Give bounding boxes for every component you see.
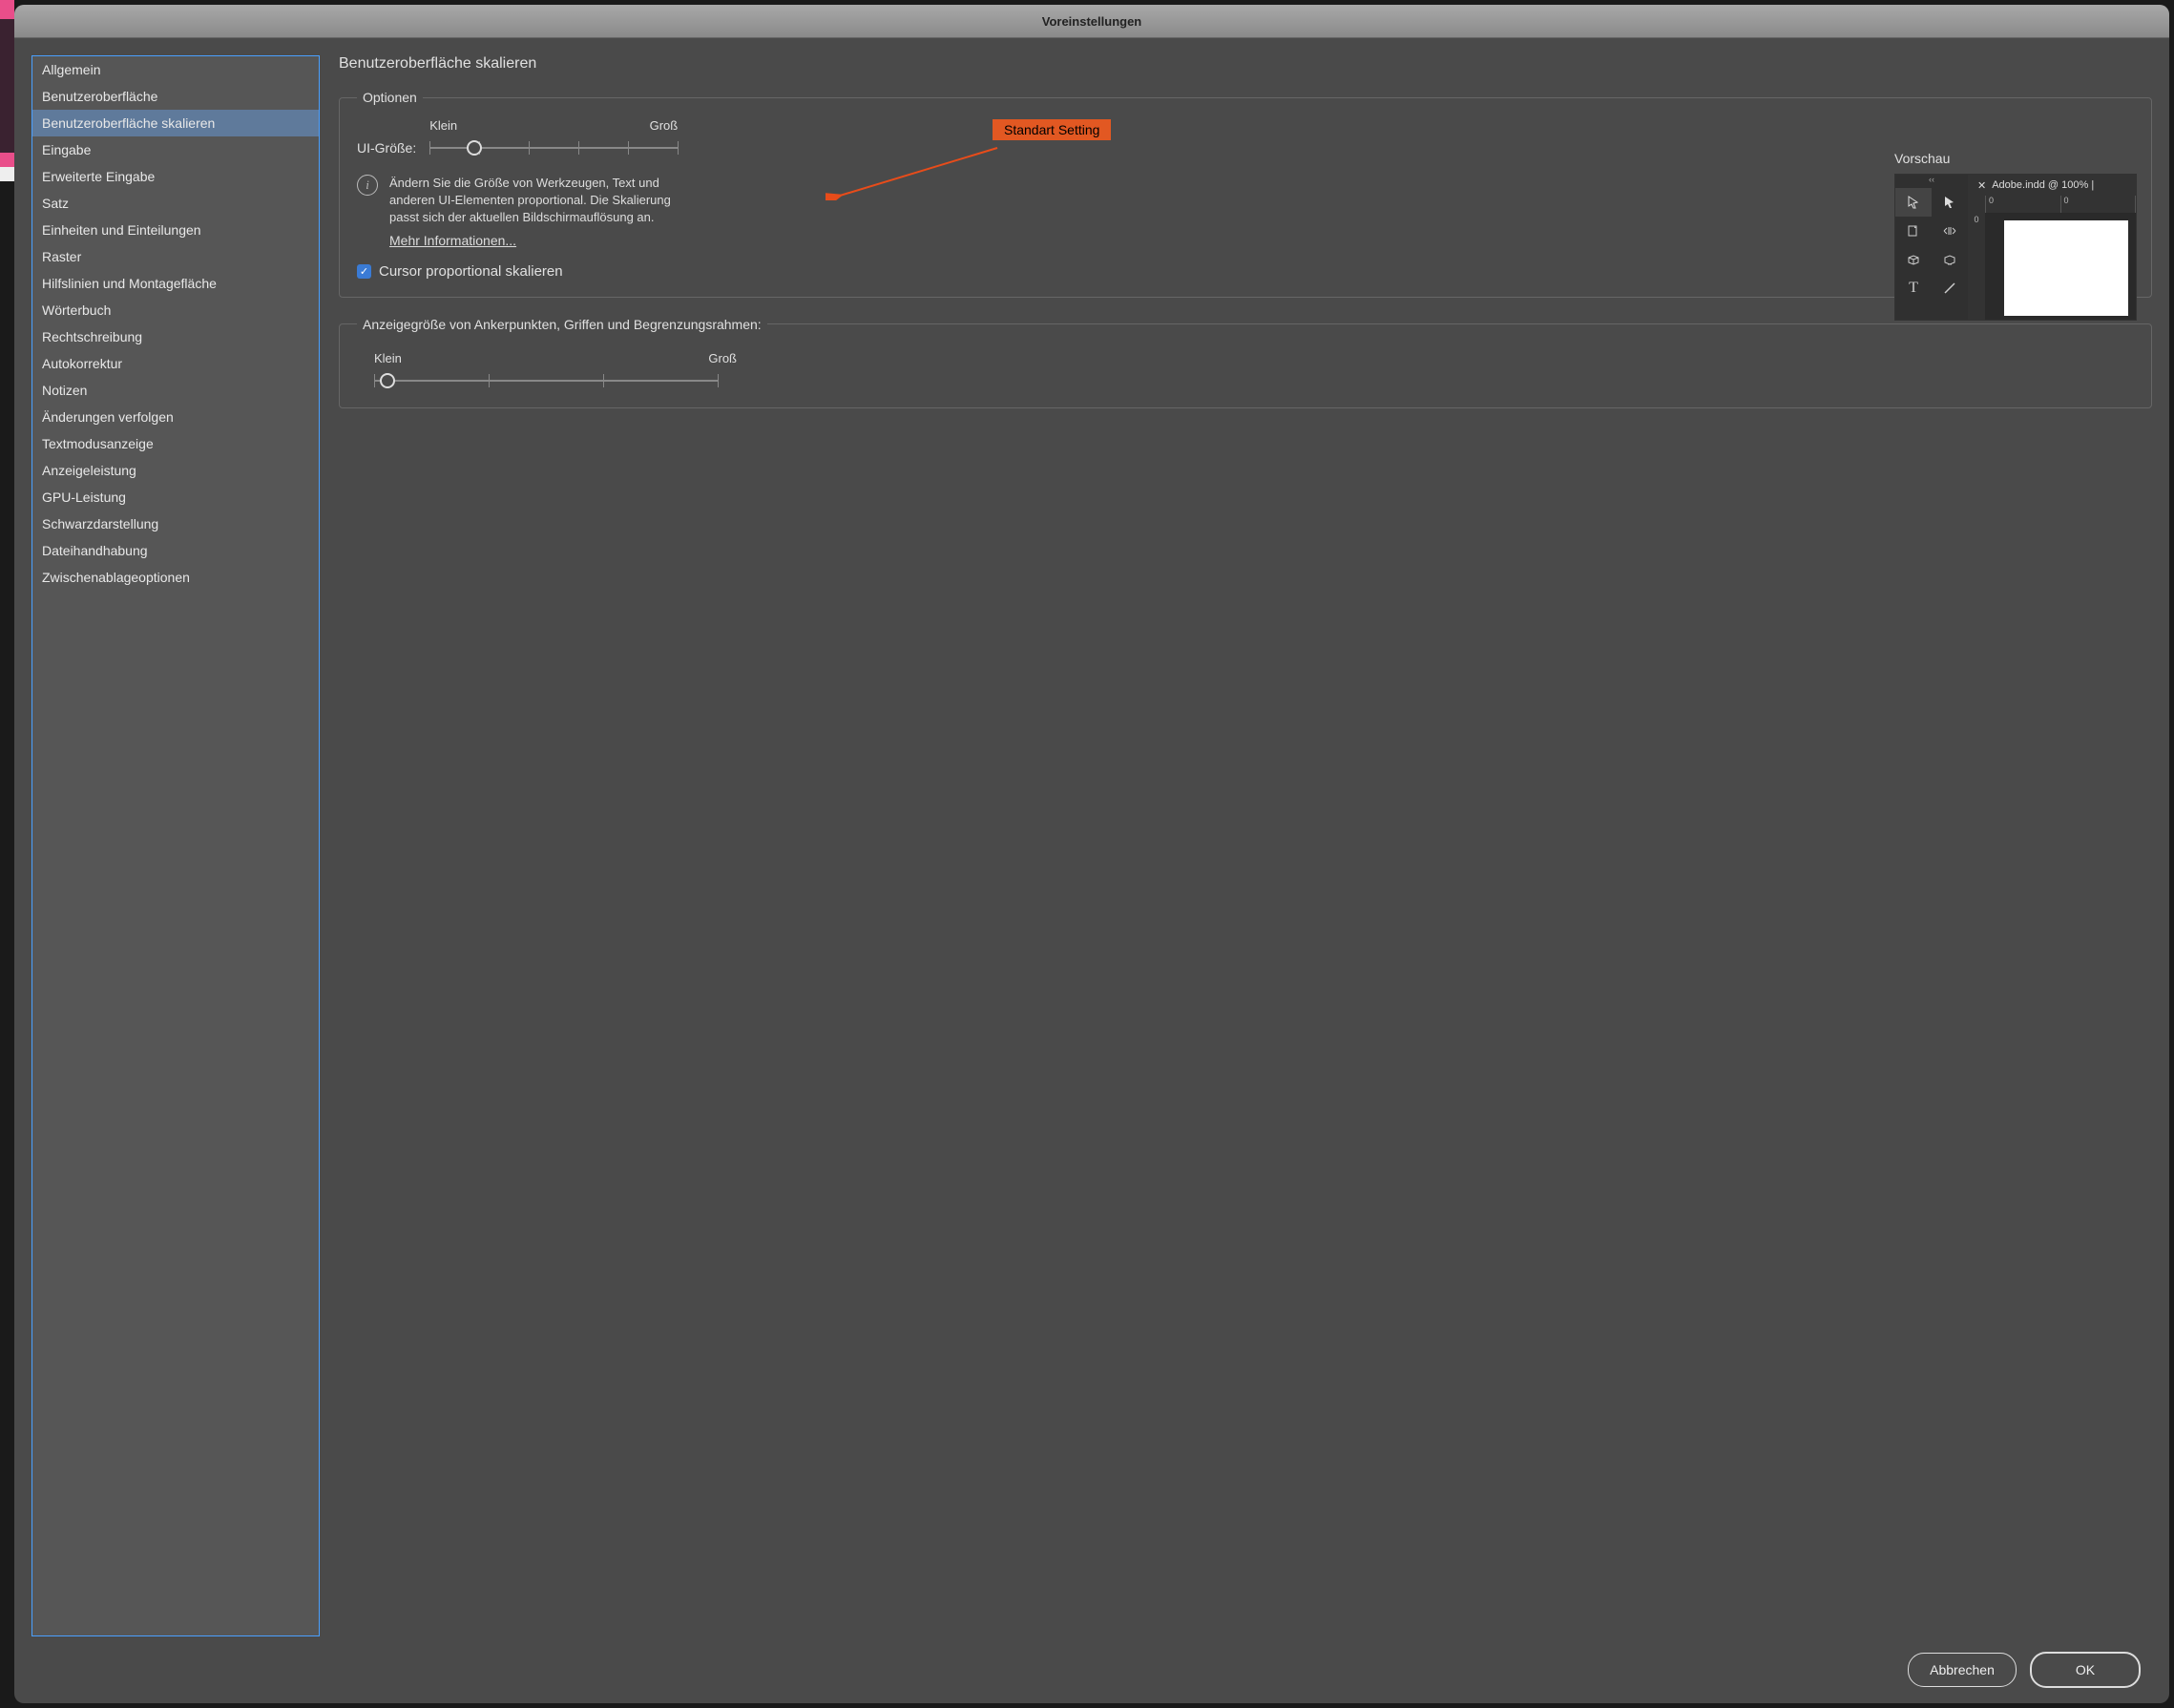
- collapse-icon: ‹‹: [1895, 175, 1968, 188]
- more-info-link[interactable]: Mehr Informationen...: [389, 233, 516, 248]
- ui-size-max-label: Groß: [650, 118, 679, 133]
- type-tool-icon: T: [1895, 274, 1932, 302]
- anchor-size-min-label: Klein: [374, 351, 402, 365]
- preview-page: [2004, 220, 2128, 316]
- anchor-display-legend: Anzeigegröße von Ankerpunkten, Griffen u…: [357, 317, 767, 332]
- annotation-label: Standart Setting: [993, 119, 1111, 140]
- content-collector-tool-icon: [1895, 245, 1932, 274]
- direct-selection-tool-icon: [1932, 188, 1968, 217]
- sidebar-item[interactable]: Eingabe: [32, 136, 319, 163]
- scale-cursor-label: Cursor proportional skalieren: [379, 263, 563, 280]
- preview-tab-label: Adobe.indd @ 100% |: [1992, 179, 2094, 191]
- sidebar-item[interactable]: Zwischenablageoptionen: [32, 564, 319, 591]
- anchor-display-group: Anzeigegröße von Ankerpunkten, Griffen u…: [339, 317, 2152, 408]
- window-titlebar: Voreinstellungen: [14, 5, 2169, 38]
- sidebar-item[interactable]: Erweiterte Eingabe: [32, 163, 319, 190]
- sidebar-item[interactable]: Hilfslinien und Montagefläche: [32, 270, 319, 297]
- preview-canvas: [1985, 213, 2136, 320]
- ok-button[interactable]: OK: [2030, 1652, 2141, 1688]
- ui-size-min-label: Klein: [429, 118, 457, 133]
- sidebar-item[interactable]: Rechtschreibung: [32, 323, 319, 350]
- anchor-size-slider[interactable]: [374, 371, 718, 390]
- background-app-strip: [0, 0, 14, 1708]
- info-text: Ändern Sie die Größe von Werkzeugen, Tex…: [389, 175, 695, 227]
- info-icon: i: [357, 175, 378, 196]
- preferences-category-list[interactable]: AllgemeinBenutzeroberflächeBenutzeroberf…: [31, 55, 320, 1636]
- preview-document-tab: ✕ Adobe.indd @ 100% |: [1968, 175, 2136, 196]
- sidebar-item[interactable]: Schwarzdarstellung: [32, 510, 319, 537]
- preferences-dialog: Voreinstellungen AllgemeinBenutzeroberfl…: [14, 5, 2169, 1703]
- preview-tool-panel: ‹‹: [1895, 175, 1968, 320]
- content-placer-tool-icon: [1932, 245, 1968, 274]
- scale-cursor-checkbox[interactable]: ✓: [357, 264, 371, 279]
- sidebar-item[interactable]: Textmodusanzeige: [32, 430, 319, 457]
- options-group: Optionen UI-Größe: Klein Groß: [339, 90, 2152, 298]
- gap-tool-icon: [1932, 217, 1968, 245]
- anchor-size-slider-thumb[interactable]: [380, 373, 395, 388]
- options-legend: Optionen: [357, 90, 423, 105]
- sidebar-item[interactable]: Autokorrektur: [32, 350, 319, 377]
- page-tool-icon: [1895, 217, 1932, 245]
- preview-ruler-horizontal: 0 0: [1968, 196, 2136, 213]
- preview-mockup: ‹‹: [1894, 174, 2137, 321]
- dialog-footer: Abbrechen OK: [14, 1636, 2169, 1703]
- sidebar-item[interactable]: Allgemein: [32, 56, 319, 83]
- preferences-panel: Benutzeroberfläche skalieren Standart Se…: [339, 55, 2152, 1636]
- preview-ruler-vertical: 0: [1968, 213, 1985, 320]
- window-title: Voreinstellungen: [1042, 14, 1142, 29]
- panel-title: Benutzeroberfläche skalieren: [339, 55, 2152, 73]
- ui-size-label: UI-Größe:: [357, 140, 416, 157]
- cancel-button[interactable]: Abbrechen: [1908, 1653, 2017, 1687]
- line-tool-icon: [1932, 274, 1968, 302]
- sidebar-item[interactable]: GPU-Leistung: [32, 484, 319, 510]
- preview-section: Vorschau ‹‹: [1894, 151, 2135, 321]
- ui-size-slider[interactable]: [429, 138, 678, 157]
- sidebar-item[interactable]: Einheiten und Einteilungen: [32, 217, 319, 243]
- sidebar-item[interactable]: Dateihandhabung: [32, 537, 319, 564]
- sidebar-item[interactable]: Notizen: [32, 377, 319, 404]
- sidebar-item[interactable]: Benutzeroberfläche: [32, 83, 319, 110]
- close-icon: ✕: [1977, 179, 1986, 192]
- sidebar-item[interactable]: Raster: [32, 243, 319, 270]
- annotation-callout: Standart Setting: [993, 122, 1111, 137]
- sidebar-item[interactable]: Wörterbuch: [32, 297, 319, 323]
- sidebar-item[interactable]: Änderungen verfolgen: [32, 404, 319, 430]
- preview-title: Vorschau: [1894, 151, 2135, 166]
- sidebar-item[interactable]: Satz: [32, 190, 319, 217]
- sidebar-item[interactable]: Anzeigeleistung: [32, 457, 319, 484]
- ui-size-slider-thumb[interactable]: [467, 140, 482, 156]
- sidebar-item[interactable]: Benutzeroberfläche skalieren: [32, 110, 319, 136]
- anchor-size-max-label: Groß: [708, 351, 737, 365]
- selection-tool-icon: [1895, 188, 1932, 217]
